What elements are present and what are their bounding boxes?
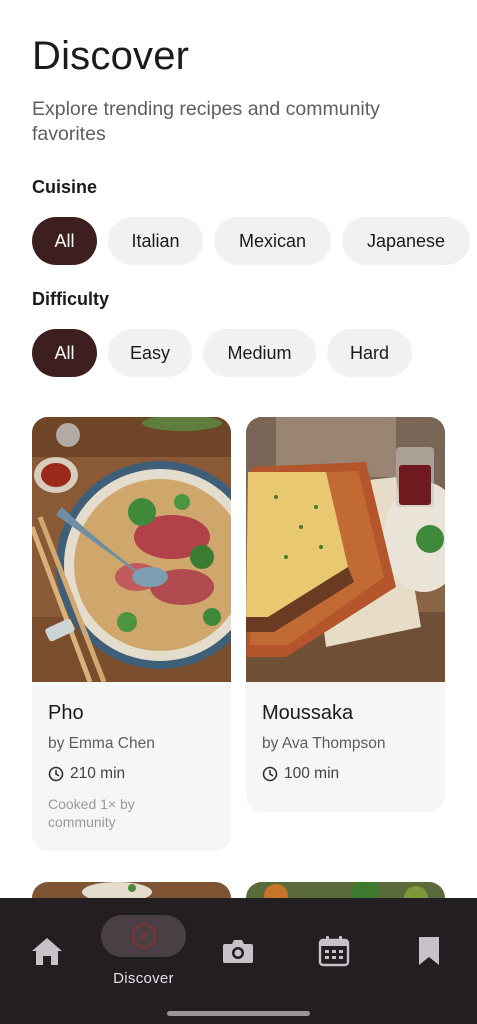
recipe-card-pho[interactable]: Pho by Emma Chen 210 min Cooked 1× by co…	[32, 417, 231, 851]
page-subtitle: Explore trending recipes and community f…	[32, 98, 380, 145]
cuisine-label: Cuisine	[32, 177, 98, 197]
recipe-community-count: Cooked 1× by community	[48, 796, 135, 830]
cuisine-chip-mexican[interactable]: Mexican	[214, 217, 331, 265]
nav-camera[interactable]	[222, 938, 254, 964]
nav-discover[interactable]: Discover	[101, 915, 186, 987]
bookmark-icon	[419, 937, 439, 965]
nav-discover-label: Discover	[113, 970, 174, 987]
recipe-title: Pho	[48, 702, 84, 724]
cuisine-chip-row: All Italian Mexican Japanese	[32, 217, 470, 265]
cuisine-chip-italian[interactable]: Italian	[108, 217, 203, 265]
page-title: Discover	[32, 34, 190, 78]
moussaka-image	[246, 417, 445, 682]
difficulty-chip-easy[interactable]: Easy	[108, 329, 192, 377]
recipe-author: by Emma Chen	[48, 735, 155, 752]
difficulty-chip-hard[interactable]: Hard	[327, 329, 412, 377]
difficulty-chip-all[interactable]: All	[32, 329, 97, 377]
cuisine-chip-japanese[interactable]: Japanese	[342, 217, 470, 265]
calendar-icon	[318, 936, 350, 967]
difficulty-chip-medium[interactable]: Medium	[203, 329, 316, 377]
recipe-title: Moussaka	[262, 702, 354, 724]
nav-discover-pill	[101, 915, 186, 957]
home-icon	[32, 938, 62, 965]
home-indicator	[167, 1011, 310, 1016]
recipe-card-moussaka[interactable]: Moussaka by Ava Thompson 100 min	[246, 417, 445, 812]
difficulty-label: Difficulty	[32, 289, 110, 309]
nav-saved[interactable]	[417, 935, 441, 967]
cuisine-chip-all[interactable]: All	[32, 217, 97, 265]
bottom-navigation: Discover	[0, 898, 477, 1024]
nav-home[interactable]	[30, 935, 64, 967]
camera-icon	[223, 940, 253, 963]
nav-calendar[interactable]	[318, 935, 350, 967]
recipe-author: by Ava Thompson	[262, 735, 386, 752]
recipe-time: 210 min	[48, 765, 215, 783]
clock-icon	[262, 766, 278, 782]
clock-icon	[48, 766, 64, 782]
compass-icon	[130, 923, 157, 949]
recipe-time-value: 210 min	[70, 765, 126, 782]
difficulty-chip-row: All Easy Medium Hard	[32, 329, 412, 377]
recipe-time: 100 min	[262, 765, 429, 783]
pho-image	[32, 417, 231, 682]
recipe-time-value: 100 min	[284, 765, 340, 782]
